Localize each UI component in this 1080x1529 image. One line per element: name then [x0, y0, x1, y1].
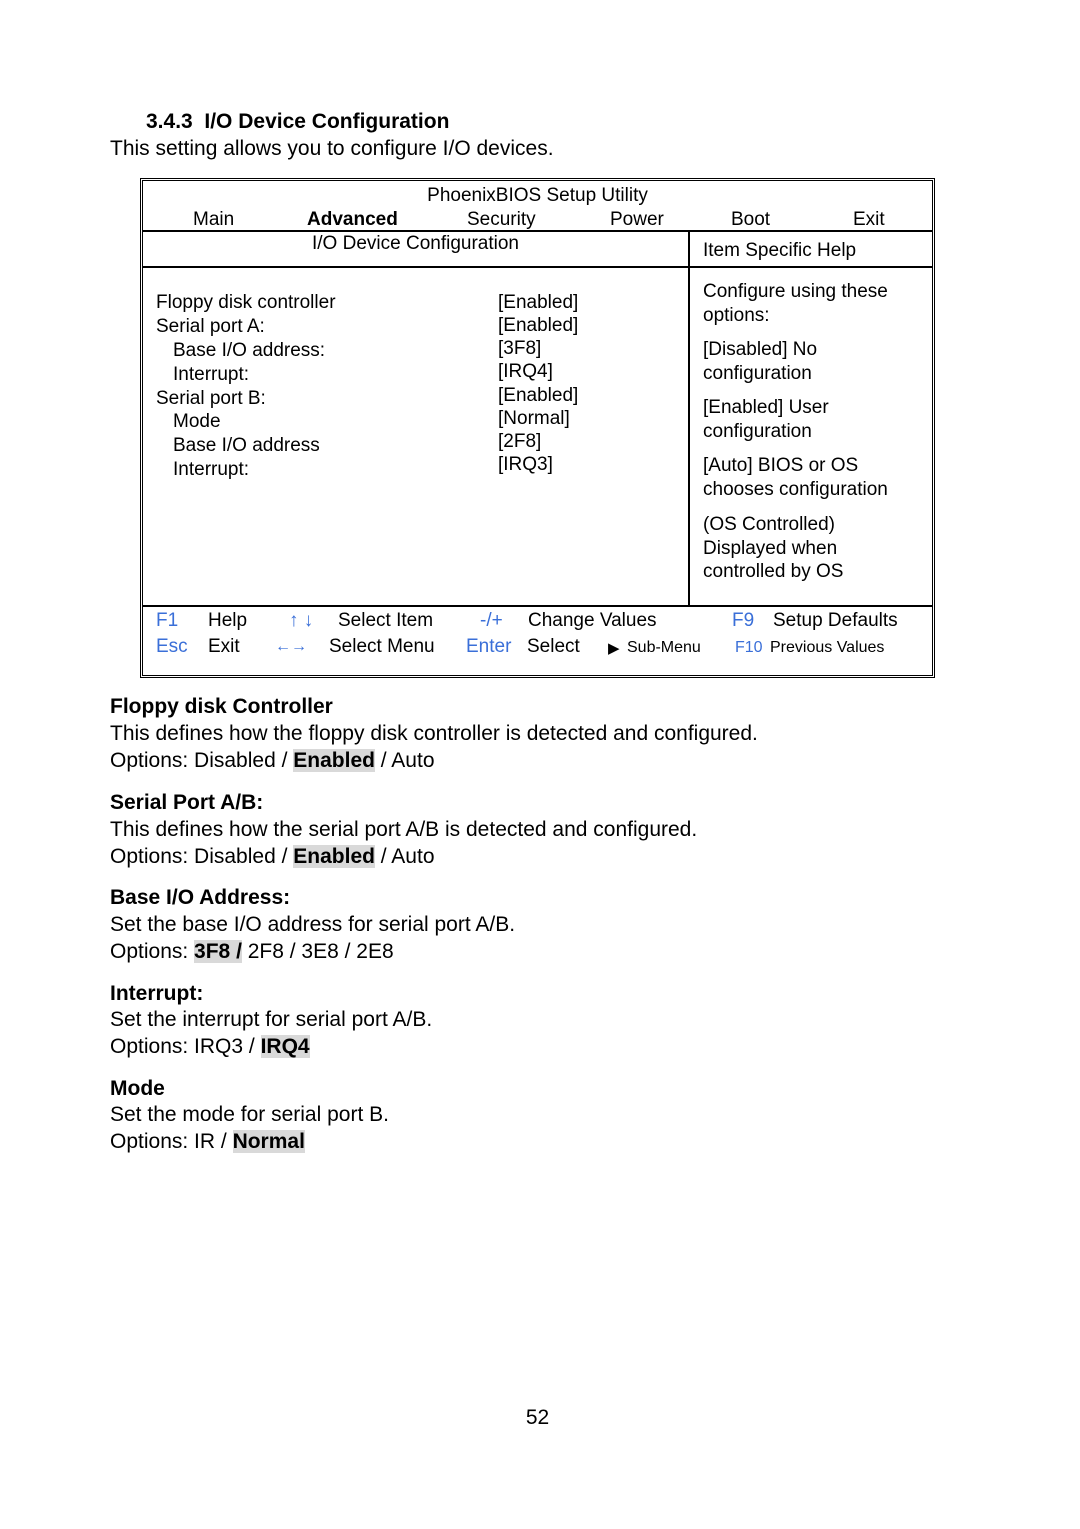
item-value[interactable]: [Normal] [498, 408, 570, 430]
key-enter: Enter [466, 636, 512, 657]
description-options: Options: IR / Normal [110, 1130, 305, 1153]
key-desc: Select Menu [329, 636, 435, 657]
default-option: 3F8 / [194, 940, 242, 963]
key-desc: Change Values [528, 610, 657, 631]
page-number: 52 [525, 1406, 550, 1429]
description-text: This defines how the serial port A/B is … [110, 818, 698, 841]
default-option: Normal [232, 1130, 305, 1153]
description-options: Options: IRQ3 / IRQ4 [110, 1035, 310, 1058]
key-desc: Help [208, 610, 248, 631]
item-label[interactable]: Base I/O address: [173, 340, 325, 362]
description-options: Options: 3F8 / 2F8 / 3E8 / 2E8 [110, 940, 394, 963]
key-f1: F1 [156, 610, 179, 631]
bios-utility-title: PhoenixBIOS Setup Utility [427, 185, 648, 206]
section-heading: 3.4.3 I/O Device Configuration [146, 110, 449, 134]
submenu-triangle-icon: ▶ [608, 640, 620, 657]
help-line: [Auto] BIOS or OS [703, 455, 859, 476]
arrows-updown-icon: ↑ ↓ [289, 610, 314, 631]
key-esc: Esc [156, 636, 188, 657]
description-heading: Base I/O Address: [110, 886, 291, 909]
key-desc: Previous Values [770, 639, 885, 656]
description-text: This defines how the floppy disk control… [110, 722, 758, 745]
description-text: Set the interrupt for serial port A/B. [110, 1008, 433, 1031]
divider [143, 266, 932, 268]
item-label[interactable]: Floppy disk controller [156, 292, 336, 314]
key-desc: Select Item [338, 610, 434, 631]
item-value[interactable]: [Enabled] [498, 315, 578, 337]
item-value[interactable]: [3F8] [498, 338, 541, 360]
description-options: Options: Disabled / Enabled / Auto [110, 845, 435, 868]
item-value[interactable]: [Enabled] [498, 385, 578, 407]
default-option: Enabled [293, 749, 375, 772]
description-heading: Interrupt: [110, 982, 204, 1005]
description-heading: Mode [110, 1077, 165, 1100]
item-label[interactable]: Interrupt: [173, 459, 249, 481]
help-line: Displayed when [703, 538, 838, 559]
arrows-leftright-icon: ←→ [275, 638, 307, 655]
section-title: I/O Device Configuration [204, 110, 450, 133]
help-line: configuration [703, 421, 812, 442]
description-heading: Floppy disk Controller [110, 695, 333, 718]
menu-power[interactable]: Power [610, 209, 664, 231]
menu-boot[interactable]: Boot [731, 209, 770, 231]
help-line: configuration [703, 363, 812, 384]
item-value[interactable]: [Enabled] [498, 292, 578, 314]
help-line: controlled by OS [703, 561, 844, 582]
menu-main[interactable]: Main [193, 209, 234, 231]
key-desc: Sub-Menu [627, 639, 701, 656]
help-line: Configure using these [703, 281, 888, 302]
key-desc: Setup Defaults [773, 610, 898, 631]
key-f10: F10 [735, 639, 763, 656]
menu-exit[interactable]: Exit [853, 209, 885, 231]
menu-advanced[interactable]: Advanced [307, 209, 398, 231]
help-title: Item Specific Help [703, 240, 857, 261]
item-label[interactable]: Interrupt: [173, 364, 249, 386]
section-intro: This setting allows you to configure I/O… [110, 137, 554, 160]
default-option: Enabled [293, 845, 375, 868]
help-line: (OS Controlled) [703, 514, 835, 535]
item-value[interactable]: [2F8] [498, 431, 541, 453]
menu-security[interactable]: Security [467, 209, 536, 231]
item-value[interactable]: [IRQ4] [498, 361, 553, 383]
help-line: options: [703, 305, 770, 326]
help-line: [Enabled] User [703, 397, 829, 418]
item-label[interactable]: Serial port B: [156, 388, 266, 410]
help-line: [Disabled] No [703, 339, 818, 360]
screen-title: I/O Device Configuration [312, 233, 519, 254]
bios-screen: PhoenixBIOS Setup Utility Main Advanced … [140, 178, 935, 678]
key-desc: Exit [208, 636, 240, 657]
help-line: chooses configuration [703, 479, 888, 500]
key-f9: F9 [732, 610, 755, 631]
item-value[interactable]: [IRQ3] [498, 454, 553, 476]
divider [143, 605, 932, 607]
description-text: Set the base I/O address for serial port… [110, 913, 516, 936]
key-desc: Select [527, 636, 580, 657]
item-label[interactable]: Base I/O address [173, 435, 320, 457]
divider [688, 230, 690, 605]
description-text: Set the mode for serial port B. [110, 1103, 389, 1126]
description-heading: Serial Port A/B: [110, 791, 264, 814]
item-label[interactable]: Serial port A: [156, 316, 265, 338]
item-label[interactable]: Mode [173, 411, 221, 433]
divider [143, 230, 932, 232]
default-option: IRQ4 [260, 1035, 310, 1058]
description-options: Options: Disabled / Enabled / Auto [110, 749, 435, 772]
key-minus-plus: -/+ [480, 610, 503, 631]
section-number: 3.4.3 [146, 110, 193, 133]
